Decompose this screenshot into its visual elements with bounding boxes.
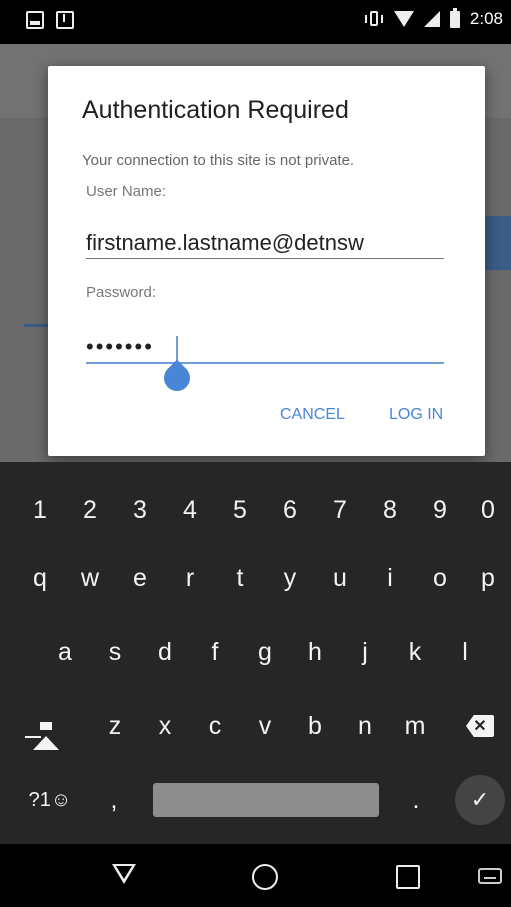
key[interactable]: w xyxy=(65,548,115,608)
key[interactable]: y xyxy=(265,548,315,608)
key[interactable]: x xyxy=(140,696,190,756)
shift-icon xyxy=(25,707,59,750)
key[interactable]: a xyxy=(40,622,90,682)
signal-icon xyxy=(423,11,440,27)
key[interactable]: 1 xyxy=(15,480,65,540)
recent-apps-button[interactable] xyxy=(396,865,420,889)
home-icon xyxy=(252,864,278,890)
wifi-icon xyxy=(393,11,414,27)
key[interactable]: h xyxy=(290,622,340,682)
authentication-dialog: Authentication Required Your connection … xyxy=(48,66,485,456)
key[interactable]: o xyxy=(415,548,465,608)
backspace-icon: ✕ xyxy=(466,715,494,737)
key[interactable]: l xyxy=(440,622,490,682)
download-notification-icon xyxy=(56,11,74,29)
key[interactable]: n xyxy=(340,696,390,756)
keyboard-row-zxcv: z x c v b n m ✕ xyxy=(0,696,511,756)
keyboard-row-asdf: a s d f g h j k l xyxy=(0,622,511,682)
key[interactable]: j xyxy=(340,622,390,682)
image-notification-icon xyxy=(26,11,44,29)
key[interactable]: 7 xyxy=(315,480,365,540)
recent-apps-icon xyxy=(396,865,420,889)
cursor-handle[interactable] xyxy=(158,359,196,397)
backspace-key[interactable]: ✕ xyxy=(452,696,508,756)
dialog-title: Authentication Required xyxy=(82,96,349,124)
key[interactable]: m xyxy=(390,696,440,756)
key[interactable]: p xyxy=(465,548,511,608)
system-icons: 2:08 xyxy=(364,7,503,29)
key[interactable]: q xyxy=(15,548,65,608)
key[interactable]: v xyxy=(240,696,290,756)
navigation-bar xyxy=(0,844,511,907)
key[interactable]: d xyxy=(140,622,190,682)
soft-keyboard: 1 2 3 4 5 6 7 8 9 0 q w e r t y u i o p … xyxy=(0,462,511,844)
vibrate-icon xyxy=(364,11,384,27)
dialog-message: Your connection to this site is not priv… xyxy=(82,152,355,169)
keyboard-number-row: 1 2 3 4 5 6 7 8 9 0 xyxy=(0,480,511,540)
done-key[interactable]: ✓ xyxy=(455,775,505,825)
shift-key[interactable] xyxy=(18,696,74,756)
home-button[interactable] xyxy=(252,864,278,890)
notification-icons xyxy=(26,11,74,29)
username-label: User Name: xyxy=(86,183,167,200)
key[interactable]: 3 xyxy=(115,480,165,540)
key[interactable]: 4 xyxy=(165,480,215,540)
key[interactable]: c xyxy=(190,696,240,756)
key[interactable]: f xyxy=(190,622,240,682)
key[interactable]: e xyxy=(115,548,165,608)
key[interactable]: t xyxy=(215,548,265,608)
key[interactable]: z xyxy=(90,696,140,756)
keyboard-row-qwerty: q w e r t y u i o p xyxy=(0,548,511,608)
key[interactable]: r xyxy=(165,548,215,608)
key[interactable]: 5 xyxy=(215,480,265,540)
symbols-key[interactable]: ?1☺ xyxy=(18,770,82,830)
text-cursor xyxy=(176,336,178,362)
key[interactable]: u xyxy=(315,548,365,608)
key[interactable]: k xyxy=(390,622,440,682)
keyboard-switch-icon xyxy=(478,868,502,884)
keyboard-switch-button[interactable] xyxy=(478,868,502,884)
key[interactable]: 2 xyxy=(65,480,115,540)
key[interactable]: g xyxy=(240,622,290,682)
space-bar[interactable] xyxy=(153,783,379,817)
status-bar: 2:08 xyxy=(0,0,511,44)
cancel-button[interactable]: CANCEL xyxy=(280,406,345,424)
comma-key[interactable]: , xyxy=(92,770,136,830)
key[interactable]: i xyxy=(365,548,415,608)
back-button[interactable] xyxy=(112,864,136,884)
period-key[interactable]: . xyxy=(394,770,438,830)
key[interactable]: 9 xyxy=(415,480,465,540)
login-button[interactable]: LOG IN xyxy=(389,406,443,424)
username-input[interactable] xyxy=(86,228,444,259)
app-accent-block xyxy=(483,216,511,270)
password-label: Password: xyxy=(86,284,157,301)
password-input[interactable] xyxy=(86,332,444,364)
back-icon xyxy=(112,864,136,884)
key[interactable]: 8 xyxy=(365,480,415,540)
key[interactable]: b xyxy=(290,696,340,756)
status-time: 2:08 xyxy=(469,9,503,28)
key[interactable]: 6 xyxy=(265,480,315,540)
key[interactable]: 0 xyxy=(465,480,511,540)
key[interactable]: s xyxy=(90,622,140,682)
battery-icon xyxy=(449,7,460,28)
